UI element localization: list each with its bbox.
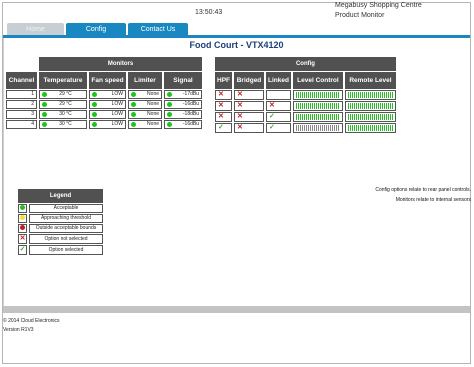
signal-value: -16dBu <box>182 121 199 127</box>
table-row: ✕ ✕ <box>215 90 396 100</box>
legend-label: Option not selected <box>29 234 103 244</box>
note-config: Config options relate to rear panel cont… <box>375 187 471 193</box>
col-temperature: Temperature <box>39 72 87 89</box>
col-bridged: Bridged <box>234 72 264 89</box>
remote-level-meter[interactable] <box>347 114 393 120</box>
cross-icon: ✕ <box>237 91 243 98</box>
legend-table: Legend Acceptable Approaching threshold … <box>16 188 105 256</box>
legend-item: ✕ Option not selected <box>18 234 103 244</box>
cross-icon: ✕ <box>237 102 243 109</box>
limiter-value: None <box>147 121 159 127</box>
limiter-value: None <box>147 111 159 117</box>
col-channel: Channel <box>6 72 37 89</box>
app-name: Product Monitor <box>335 12 385 19</box>
table-row: ✕ ✕ ✕ <box>215 101 396 111</box>
venue-name: Megabusy Shopping Centre <box>335 2 422 9</box>
legend-title: Legend <box>18 189 103 203</box>
config-group-title: Config <box>215 57 396 71</box>
config-table: Config HPF Bridged Linked Level Control … <box>213 56 398 134</box>
check-icon: ✓ <box>269 124 275 131</box>
col-hpf: HPF <box>215 72 232 89</box>
version: Version R1V3 <box>3 326 34 333</box>
cross-icon: ✕ <box>269 102 275 109</box>
cross-icon: ✕ <box>218 102 224 109</box>
remote-level-meter[interactable] <box>347 125 393 131</box>
level-control-meter[interactable] <box>295 92 340 98</box>
temperature-value: 30 °C <box>59 121 72 127</box>
channel-number: 3 <box>6 110 37 119</box>
app-window: 13:50:43 Megabusy Shopping Centre Produc… <box>2 2 471 364</box>
red-dot-icon <box>20 225 25 231</box>
legend-label: Option selected <box>29 245 103 255</box>
table-row: ✓ ✕ ✓ <box>215 123 396 133</box>
signal-value: -16dBu <box>182 101 199 107</box>
col-signal: Signal <box>164 72 202 89</box>
green-dot-icon <box>20 205 25 211</box>
col-limiter: Limiter <box>128 72 162 89</box>
col-remote-level: Remote Level <box>344 72 396 89</box>
fan-value: LOW <box>111 111 123 117</box>
table-row: 4 30 °C LOW None -16dBu <box>6 120 202 129</box>
yellow-dot-icon <box>20 215 25 221</box>
notes: Config options relate to rear panel cont… <box>303 186 471 205</box>
clock: 13:50:43 <box>195 9 223 16</box>
cross-icon: ✕ <box>218 113 224 120</box>
table-row: ✕ ✕ ✓ <box>215 112 396 122</box>
legend-item: Outside acceptable bounds <box>18 224 103 233</box>
fan-value: LOW <box>111 101 123 107</box>
fan-value: LOW <box>111 91 123 97</box>
level-control-meter[interactable] <box>295 103 340 109</box>
device-title: Food Court - VTX4120 <box>189 40 284 50</box>
check-icon: ✓ <box>19 246 26 253</box>
cross-icon: ✕ <box>237 124 243 131</box>
remote-level-meter[interactable] <box>347 92 393 98</box>
legend-label: Acceptable <box>29 204 103 213</box>
check-icon: ✓ <box>269 113 275 120</box>
footer-bar <box>3 306 470 313</box>
monitors-header-spacer <box>6 57 37 71</box>
fan-value: LOW <box>111 121 123 127</box>
channel-number: 1 <box>6 90 37 99</box>
level-control-meter[interactable] <box>295 125 340 131</box>
linked-empty-cell <box>266 90 291 100</box>
legend-item: Approaching threshold <box>18 214 103 223</box>
level-control-meter[interactable] <box>295 114 340 120</box>
footer-text: © 2014 Cloud Electronics Version R1V3 <box>3 317 60 334</box>
table-row: 2 29 °C LOW None -16dBu <box>6 100 202 109</box>
note-monitors: Monitors relate to internal sensors <box>395 196 471 203</box>
legend-item: Acceptable <box>18 204 103 213</box>
check-icon: ✓ <box>218 124 224 131</box>
signal-value: -18dBu <box>182 111 199 117</box>
col-fan-speed: Fan speed <box>89 72 126 89</box>
channel-number: 2 <box>6 100 37 109</box>
temperature-value: 29 °C <box>59 101 72 107</box>
cross-icon: ✕ <box>237 113 243 120</box>
signal-value: -17dBu <box>182 91 199 97</box>
legend-label: Outside acceptable bounds <box>29 224 103 233</box>
legend-label: Approaching threshold <box>29 214 103 223</box>
remote-level-meter[interactable] <box>347 103 393 109</box>
copyright: © 2014 Cloud Electronics <box>3 318 60 324</box>
venue-info: Megabusy Shopping Centre Product Monitor <box>335 1 422 21</box>
cross-icon: ✕ <box>19 235 26 242</box>
table-row: 3 30 °C LOW None -18dBu <box>6 110 202 119</box>
col-level-control: Level Control <box>292 72 343 89</box>
limiter-value: None <box>147 101 159 107</box>
col-linked: Linked <box>266 72 291 89</box>
temperature-value: 29 °C <box>59 91 72 97</box>
monitors-table: Monitors Channel Temperature Fan speed L… <box>4 56 204 130</box>
legend-item: ✓ Option selected <box>18 245 103 255</box>
limiter-value: None <box>147 91 159 97</box>
monitors-group-title: Monitors <box>39 57 202 71</box>
temperature-value: 30 °C <box>59 111 72 117</box>
channel-number: 4 <box>6 120 37 129</box>
cross-icon: ✕ <box>218 91 224 98</box>
table-row: 1 29 °C LOW None -17dBu <box>6 90 202 99</box>
